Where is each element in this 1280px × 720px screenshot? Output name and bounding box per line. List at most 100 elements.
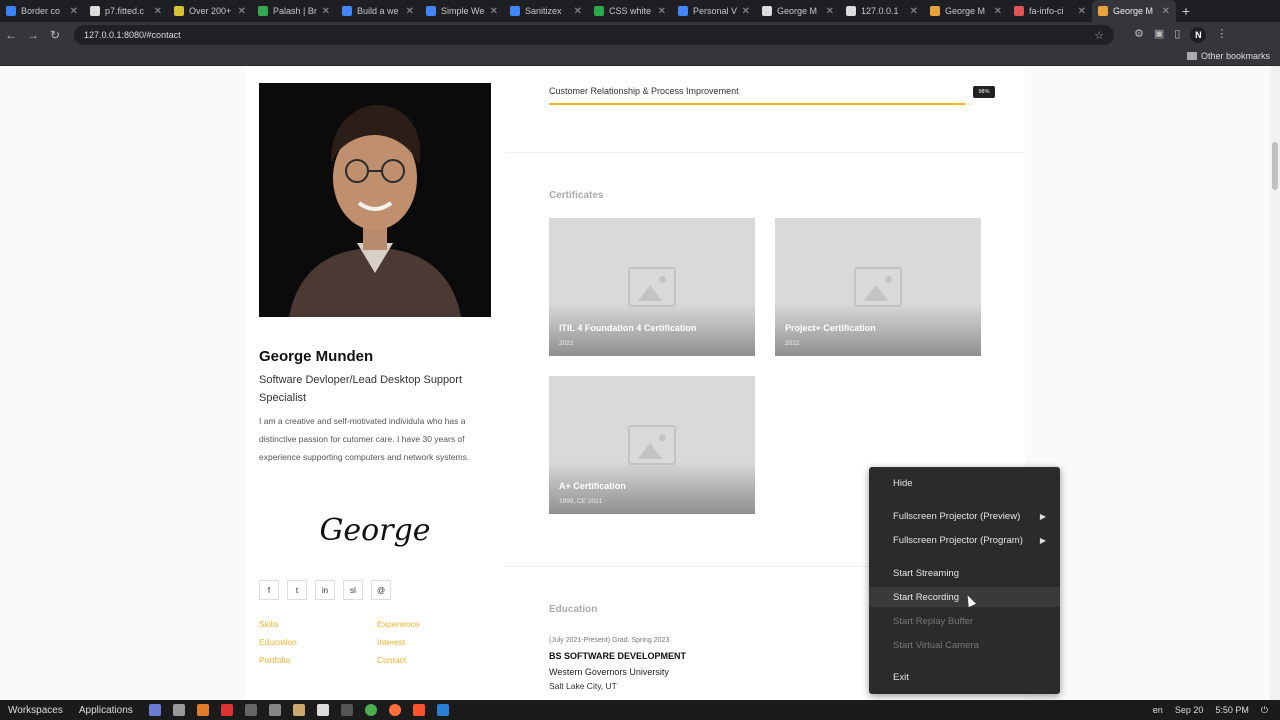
menu-icon[interactable]: ⋮ [1216,27,1227,43]
browser-tab[interactable]: Border co ✕ [0,0,84,22]
applications-button[interactable]: Applications [71,705,141,716]
clock-time[interactable]: 5:50 PM [1215,705,1249,715]
nav-link-experience[interactable]: Experience [377,618,495,630]
menu-item-label: Fullscreen Projector (Program) [893,534,1023,546]
profile-avatar[interactable]: N [1190,27,1207,43]
scrollbar-thumb[interactable] [1272,142,1278,190]
browser-tab[interactable]: Simple We ✕ [420,0,504,22]
back-icon[interactable]: ← [0,28,22,42]
certificate-card[interactable]: A+ Certification 1999, CE 2021 [549,376,755,514]
social-link-icon[interactable]: t [287,580,307,600]
tab-favicon-icon [342,6,352,16]
tab-close-icon[interactable]: ✕ [910,6,918,17]
bookmark-star-icon[interactable]: ☆ [1094,29,1104,42]
firefox-icon[interactable] [388,704,401,716]
nav-link-education[interactable]: Education [259,636,377,648]
browser-tab[interactable]: George M ✕ [756,0,840,22]
tab-close-icon[interactable]: ✕ [238,6,246,17]
vscode-icon[interactable] [436,704,449,716]
signature-image: George [319,513,431,548]
menu-item-start-replay-buffer: Start Replay Buffer [869,611,1060,631]
tab-favicon-icon [426,6,436,16]
certificate-name: ITIL 4 Foundation 4 Certification [559,323,697,333]
app-icon[interactable] [268,704,281,716]
tab-close-icon[interactable]: ✕ [742,6,750,17]
menu-item-hide[interactable]: Hide [869,473,1060,493]
social-link-icon[interactable]: in [315,580,335,600]
nav-link-skills[interactable]: Skills [259,618,377,630]
browser-tab[interactable]: p7.fitted.c ✕ [84,0,168,22]
menu-item-start-streaming[interactable]: Start Streaming [869,563,1060,583]
certificate-name: Project+ Certification [785,323,876,333]
social-link-icon[interactable]: @ [371,580,391,600]
divider [505,152,1025,153]
browser-tab[interactable]: Sanitizex ✕ [504,0,588,22]
reload-icon[interactable]: ↻ [44,28,66,42]
browser-tab[interactable]: fa-info-ci ✕ [1008,0,1092,22]
tab-close-icon[interactable]: ✕ [826,6,834,17]
browser-tab[interactable]: George M ✕ [924,0,1008,22]
tab-close-icon[interactable]: ✕ [406,6,414,17]
puzzle-icon[interactable]: ▣ [1154,27,1164,43]
tab-title: George M [945,6,986,16]
tab-favicon-icon [762,6,772,16]
nav-link-interest[interactable]: Interest [377,636,495,648]
education-location: Salt Lake City, UT [549,681,617,691]
nav-link-contact[interactable]: Contact [377,654,495,666]
extensions-icon[interactable]: ⚙ [1134,27,1144,43]
browser-tab[interactable]: George M ✕ [1092,0,1176,22]
menu-item-fullscreen-projector-program[interactable]: Fullscreen Projector (Program) ▶ [869,530,1060,550]
skill-progress-fill [549,103,965,105]
brave-icon[interactable] [412,704,425,716]
chrome-icon[interactable] [364,704,377,716]
tab-close-icon[interactable]: ✕ [1162,6,1170,17]
folder-icon [1186,52,1197,60]
image-placeholder-icon [628,425,676,465]
app-icon[interactable] [148,704,161,716]
browser-tab[interactable]: Palash | Br ✕ [252,0,336,22]
other-bookmarks[interactable]: Other bookmarks [1186,51,1270,61]
skill-label: Customer Relationship & Process Improvem… [549,86,739,96]
browser-tab[interactable]: Personal V ✕ [672,0,756,22]
terminal-icon[interactable] [340,704,353,716]
tab-close-icon[interactable]: ✕ [490,6,498,17]
editor-icon[interactable] [316,704,329,716]
menu-item-start-virtual-camera: Start Virtual Camera [869,635,1060,655]
page-scrollbar[interactable] [1270,66,1280,700]
new-tab-button[interactable]: + [1176,3,1196,19]
browser-tab[interactable]: 127.0.0.1 ✕ [840,0,924,22]
browser-tab[interactable]: CSS white ✕ [588,0,672,22]
nav-link-portfolio[interactable]: Portfolio [259,654,377,666]
language-indicator[interactable]: en [1153,705,1163,715]
education-date: (July 2021-Present) Grad. Spring 2023 [549,637,670,644]
clock-date[interactable]: Sep 20 [1175,705,1204,715]
files-icon[interactable] [292,704,305,716]
tab-close-icon[interactable]: ✕ [322,6,330,17]
certificate-card[interactable]: ITIL 4 Foundation 4 Certification 2022 [549,218,755,356]
sidebar-icon[interactable]: ▯ [1174,27,1180,43]
education-school: Western Governors University [549,667,669,677]
social-link-icon[interactable]: sl [343,580,363,600]
terminal-icon[interactable] [244,704,257,716]
tab-close-icon[interactable]: ✕ [658,6,666,17]
context-menu: Hide Fullscreen Projector (Preview) ▶ Fulls… [869,467,1060,694]
browser-tab[interactable]: Over 200+ ✕ [168,0,252,22]
app-icon[interactable] [172,704,185,716]
address-bar[interactable]: 127.0.0.1:8080/#contact ☆ [74,25,1114,45]
certificate-card[interactable]: Project+ Certification 2022 [775,218,981,356]
workspaces-button[interactable]: Workspaces [0,705,71,716]
vlc-icon[interactable] [196,704,209,716]
tab-close-icon[interactable]: ✕ [994,6,1002,17]
forward-icon[interactable]: → [22,28,44,42]
social-link-icon[interactable]: f [259,580,279,600]
certificate-year: 1999, CE 2021 [559,498,603,505]
browser-tab[interactable]: Build a we ✕ [336,0,420,22]
app-icon[interactable] [220,704,233,716]
menu-item-fullscreen-projector-preview[interactable]: Fullscreen Projector (Preview) ▶ [869,506,1060,526]
tab-close-icon[interactable]: ✕ [70,6,78,17]
menu-item-exit[interactable]: Exit [869,667,1060,687]
tab-close-icon[interactable]: ✕ [574,6,582,17]
tab-close-icon[interactable]: ✕ [154,6,162,17]
tab-close-icon[interactable]: ✕ [1078,6,1086,17]
power-icon[interactable]: ⏻ [1261,705,1268,716]
